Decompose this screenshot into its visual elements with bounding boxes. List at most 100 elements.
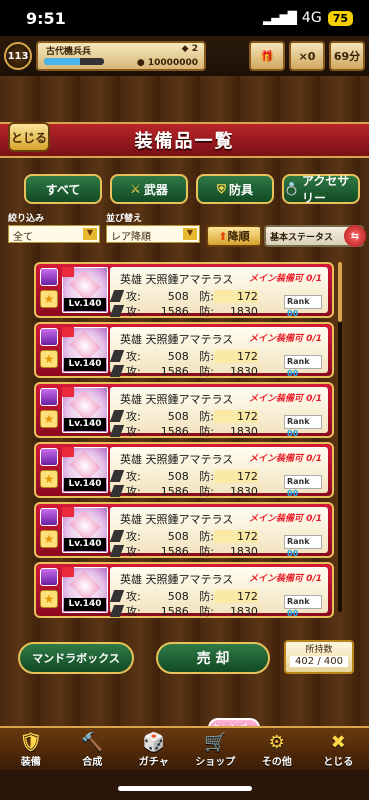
stats-row-total: 攻: 1586 防: 1830: [109, 423, 258, 439]
equipment-list: ★ Lv.140 英雄 天照鍾アマテラス メイン装備可 0/1 攻: 508 防: 172 攻…: [34, 258, 334, 620]
new-badge: [62, 507, 74, 517]
equipment-card[interactable]: ★ Lv.140 英雄 天照鍾アマテラス メイン装備可 0/1 攻: 508 防: 172 攻…: [34, 502, 334, 558]
card-details: 英雄 天照鍾アマテラス メイン装備可 0/1 攻: 508 防: 172 攻: 1586 防…: [109, 567, 328, 618]
new-badge: [62, 327, 74, 337]
gem-art-icon: [69, 450, 101, 482]
favorite-star-icon[interactable]: ★: [40, 350, 58, 368]
player-level-badge[interactable]: 113: [4, 42, 32, 70]
item-level: Lv.140: [64, 358, 106, 371]
new-badge: [62, 387, 74, 397]
tab-1[interactable]: ⚔ 武器: [110, 174, 188, 204]
item-name: 英雄 天照鍾アマテラス: [120, 273, 234, 286]
category-tabs: すべて ⚔ 武器 ⛨ 防具 💍 アクセサリー: [24, 174, 360, 205]
tab-label: アクセサリー: [301, 174, 350, 205]
equipment-card[interactable]: ★ Lv.140 英雄 天照鍾アマテラス メイン装備可 0/1 攻: 508 防: 172 攻…: [34, 382, 334, 438]
favorite-star-icon[interactable]: ★: [40, 470, 58, 488]
rarity-gem-icon: [40, 388, 58, 406]
card-side: ★: [40, 508, 60, 552]
scrollbar-thumb[interactable]: [338, 262, 342, 322]
stats-row-base: 攻: 508 防: 172: [109, 528, 258, 544]
rarity-gem-icon: [40, 568, 58, 586]
weapon-icon: [109, 410, 125, 422]
favorite-star-icon[interactable]: ★: [40, 590, 58, 608]
filter-label: 絞り込み: [8, 214, 45, 224]
chevron-down-icon: ▼: [183, 228, 197, 240]
tab-icon: ⚔: [130, 182, 141, 196]
card-side: ★: [40, 568, 60, 612]
status-bar: 9:51 ▂▄▆█ 4G 75: [0, 0, 369, 36]
favorite-star-icon[interactable]: ★: [40, 290, 58, 308]
rarity-gem-icon: [40, 328, 58, 346]
weapon-icon: [109, 425, 125, 437]
nav-item-2[interactable]: 🎲 ガチャ: [128, 733, 180, 769]
equipment-card[interactable]: ★ Lv.140 英雄 天照鍾アマテラス メイン装備可 0/1 攻: 508 防: 172 攻…: [34, 262, 334, 318]
bottom-nav: 🛡 装備 🔨 合成 🎲 ガチャ 🛒 ショップ ⚙ その他 ✖ とじる: [0, 726, 369, 770]
nav-icon: 🔨: [81, 732, 104, 753]
title-banner: 装備品一覧: [0, 122, 369, 158]
tab-2[interactable]: ⛨ 防具: [196, 174, 274, 204]
nav-item-1[interactable]: 🔨 合成: [66, 732, 118, 769]
status-time: 9:51: [26, 8, 66, 28]
order-toggle-button[interactable]: ⬆ 降順: [206, 225, 262, 247]
rank-badge: Rank 00: [284, 415, 322, 438]
weapon-icon: [109, 305, 125, 317]
nav-item-4[interactable]: ⚙ その他: [251, 733, 303, 769]
weapon-icon: [109, 350, 125, 362]
home-indicator[interactable]: [118, 786, 252, 791]
player-info-plate[interactable]: 古代機兵兵 ◆ 2 ● 10000000: [36, 41, 206, 71]
player-header: 113 古代機兵兵 ◆ 2 ● 10000000 🎁 ×0 69分: [0, 36, 369, 76]
stats-row-total: 攻: 1586 防: 1830: [109, 543, 258, 559]
gem-art-icon: [69, 510, 101, 542]
timer-button[interactable]: 69分: [329, 41, 365, 71]
battery-icon: 75: [327, 10, 353, 26]
stat-view-button[interactable]: 基本ステータス ⇆: [264, 225, 366, 247]
rarity-gem-icon: [40, 448, 58, 466]
list-scrollbar[interactable]: [338, 262, 342, 612]
weapon-icon: [109, 605, 125, 617]
stats-row-base: 攻: 508 防: 172: [109, 468, 258, 484]
equipment-scene: とじる 装備品一覧 すべて ⚔ 武器 ⛨ 防具 💍 アクセサリー 絞り込み 全て ▼ 並び替え…: [0, 76, 369, 726]
card-side: ★: [40, 268, 60, 312]
page-title: 装備品一覧: [134, 131, 235, 152]
card-side: ★: [40, 328, 60, 372]
gold-count: ● 10000000: [136, 58, 198, 68]
gift-box-button[interactable]: 🎁: [249, 41, 285, 71]
sell-button[interactable]: 売 却: [156, 642, 270, 674]
card-side: ★: [40, 388, 60, 432]
tab-3[interactable]: 💍 アクセサリー: [282, 174, 360, 205]
card-details: 英雄 天照鍾アマテラス メイン装備可 0/1 攻: 508 防: 172 攻: 1586 防…: [109, 387, 328, 438]
main-equip-label: メイン装備可 0/1: [249, 394, 322, 404]
rank-badge: Rank 00: [284, 595, 322, 618]
ticket-button[interactable]: ×0: [289, 41, 325, 71]
swap-icon: ⇆: [344, 225, 366, 247]
stats-row-total: 攻: 1586 防: 1830: [109, 483, 258, 499]
gem-art-icon: [69, 390, 101, 422]
new-badge: [62, 567, 74, 577]
mandora-box-button[interactable]: マンドラボックス: [18, 642, 134, 674]
nav-item-5[interactable]: ✖ とじる: [312, 733, 364, 769]
rank-badge: Rank 00: [284, 535, 322, 558]
tab-0[interactable]: すべて: [24, 174, 102, 204]
exp-bar-fill: [44, 58, 80, 65]
nav-icon: 🛒: [204, 732, 227, 753]
chevron-down-icon: ▼: [83, 228, 97, 240]
sort-select[interactable]: レア降順 ▼: [106, 225, 200, 243]
owned-label: 所持数: [305, 645, 333, 655]
weapon-icon: [109, 470, 125, 482]
weapon-icon: [109, 290, 125, 302]
filter-select[interactable]: 全て ▼: [8, 225, 100, 243]
main-equip-label: メイン装備可 0/1: [249, 454, 322, 464]
close-button[interactable]: とじる: [8, 122, 50, 152]
favorite-star-icon[interactable]: ★: [40, 410, 58, 428]
favorite-star-icon[interactable]: ★: [40, 530, 58, 548]
signal-icon: ▂▄▆█: [263, 11, 297, 25]
equipment-card[interactable]: ★ Lv.140 英雄 天照鍾アマテラス メイン装備可 0/1 攻: 508 防: 172 攻…: [34, 442, 334, 498]
arrow-up-icon: ⬆: [218, 229, 228, 243]
nav-item-3[interactable]: 🛒 ショップ: [189, 732, 241, 769]
stats-row-base: 攻: 508 防: 172: [109, 408, 258, 424]
new-badge: [62, 267, 74, 277]
nav-item-0[interactable]: 🛡 装備: [5, 733, 57, 769]
equipment-card[interactable]: ★ Lv.140 英雄 天照鍾アマテラス メイン装備可 0/1 攻: 508 防: 172 攻…: [34, 322, 334, 378]
item-name: 英雄 天照鍾アマテラス: [120, 513, 234, 526]
equipment-card[interactable]: ★ Lv.140 英雄 天照鍾アマテラス メイン装備可 0/1 攻: 508 防: 172 攻…: [34, 562, 334, 618]
